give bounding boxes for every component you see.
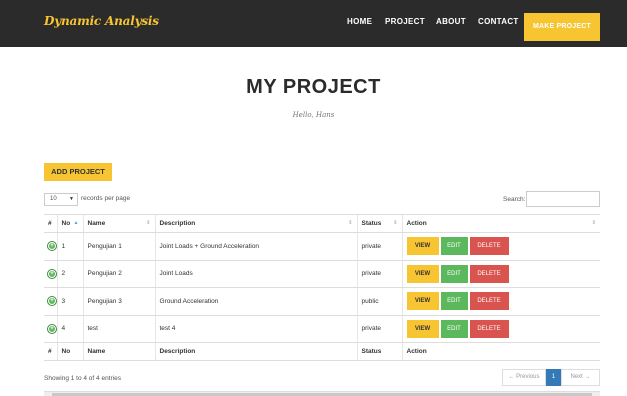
table-row: +2 Pengujian 2 Joint Loads private VIEW EDIT D…	[44, 260, 600, 288]
row-expand-cell: +	[44, 315, 57, 343]
sort-icon: ⇕	[591, 220, 596, 226]
column-footer-name: Name	[82, 342, 155, 361]
column-header-index: #	[44, 214, 57, 233]
expand-row-icon[interactable]: +	[48, 269, 56, 278]
column-footer-index: #	[44, 342, 57, 361]
sort-asc-icon: ▲	[73, 220, 79, 226]
row-actions: VIEW EDIT DELETE	[401, 287, 600, 316]
table-row: +1 Pengujian 1 Joint Loads + Ground Accele…	[44, 232, 600, 261]
expand-row-icon[interactable]: +	[48, 324, 56, 333]
column-footer-status: Status	[356, 342, 402, 361]
view-button[interactable]: VIEW	[406, 264, 439, 283]
view-button[interactable]: VIEW	[406, 237, 439, 256]
column-header-no[interactable]: No ▲	[56, 214, 83, 233]
search-input[interactable]	[526, 191, 600, 207]
column-footer-action: Action	[401, 342, 600, 361]
search-label: Search:	[503, 196, 526, 203]
records-per-page-value: 10	[50, 196, 57, 202]
row-status: private	[356, 260, 402, 288]
greeting-text: Hello, Hans	[292, 111, 335, 119]
row-actions: VIEW EDIT DELETE	[401, 315, 600, 343]
previous-page-button[interactable]: ← Previous	[502, 369, 546, 386]
sort-icon: ⇕	[393, 220, 398, 226]
navbar: Dynamic Analysis HOME PROJECT ABOUT CONT…	[0, 0, 627, 47]
row-name: Pengujian 2	[82, 260, 155, 288]
records-per-page-select[interactable]: 10 ▼	[44, 193, 78, 206]
caret-down-icon: ▼	[69, 196, 74, 202]
sort-icon: ⇕	[348, 220, 353, 226]
row-status: public	[356, 287, 402, 316]
table-body: +1 Pengujian 1 Joint Loads + Ground Accele…	[44, 232, 600, 343]
row-no: 1	[56, 232, 83, 261]
edit-button[interactable]: EDIT	[440, 264, 468, 283]
view-button[interactable]: VIEW	[406, 292, 439, 311]
row-name: test	[82, 315, 155, 343]
column-header-name[interactable]: Name ⇕	[82, 214, 155, 233]
column-header-action[interactable]: Action ⇕	[401, 214, 600, 233]
row-status: private	[356, 315, 402, 343]
entries-info: Showing 1 to 4 of 4 entries	[44, 375, 121, 382]
page-1-button[interactable]: 1	[546, 369, 561, 386]
row-expand-cell: +	[44, 232, 57, 261]
row-status: private	[356, 232, 402, 261]
edit-button[interactable]: EDIT	[440, 237, 468, 256]
page-title: MY PROJECT	[246, 76, 381, 98]
row-name: Pengujian 1	[82, 232, 155, 261]
table-header-row: # No ▲ Name ⇕ Description ⇕ Status ⇕ Action ⇕	[44, 214, 600, 233]
column-footer-description: Description	[154, 342, 357, 361]
row-expand-cell: +	[44, 287, 57, 316]
row-no: 4	[56, 315, 83, 343]
row-description: test 4	[154, 315, 357, 343]
edit-button[interactable]: EDIT	[440, 292, 468, 311]
sort-icon: ⇕	[146, 220, 151, 226]
expand-row-icon[interactable]: +	[48, 242, 56, 251]
column-footer-no: No	[56, 342, 83, 361]
row-description: Joint Loads	[154, 260, 357, 288]
nav-about[interactable]: ABOUT	[436, 17, 466, 26]
delete-button[interactable]: DELETE	[469, 264, 509, 283]
row-expand-cell: +	[44, 260, 57, 288]
nav-contact[interactable]: CONTACT	[478, 17, 519, 26]
nav-project[interactable]: PROJECT	[385, 17, 425, 26]
row-description: Joint Loads + Ground Acceleration	[154, 232, 357, 261]
view-button[interactable]: VIEW	[406, 319, 439, 338]
make-project-button[interactable]: MAKE PROJECT	[524, 13, 600, 41]
row-description: Ground Acceleration	[154, 287, 357, 316]
brand-logo[interactable]: Dynamic Analysis	[44, 14, 159, 28]
projects-table: # No ▲ Name ⇕ Description ⇕ Status ⇕ Action ⇕…	[44, 214, 600, 361]
nav-home[interactable]: HOME	[347, 17, 372, 26]
horizontal-scrollbar[interactable]	[44, 391, 600, 396]
expand-row-icon[interactable]: +	[48, 297, 56, 306]
delete-button[interactable]: DELETE	[469, 237, 509, 256]
row-actions: VIEW EDIT DELETE	[401, 260, 600, 288]
records-per-page-label: records per page	[81, 195, 131, 202]
row-no: 2	[56, 260, 83, 288]
column-header-status[interactable]: Status ⇕	[356, 214, 402, 233]
edit-button[interactable]: EDIT	[440, 319, 468, 338]
row-actions: VIEW EDIT DELETE	[401, 232, 600, 261]
add-project-button[interactable]: ADD PROJECT	[44, 163, 112, 181]
next-page-button[interactable]: Next →	[561, 369, 600, 386]
delete-button[interactable]: DELETE	[469, 319, 509, 338]
column-header-description[interactable]: Description ⇕	[154, 214, 357, 233]
row-no: 3	[56, 287, 83, 316]
table-row: +3 Pengujian 3 Ground Acceleration public VI…	[44, 287, 600, 316]
table-footer-row: # No Name Description Status Action	[44, 342, 600, 361]
row-name: Pengujian 3	[82, 287, 155, 316]
table-row: +4 test test 4 private VIEW EDIT DELETE	[44, 315, 600, 343]
delete-button[interactable]: DELETE	[469, 292, 509, 311]
